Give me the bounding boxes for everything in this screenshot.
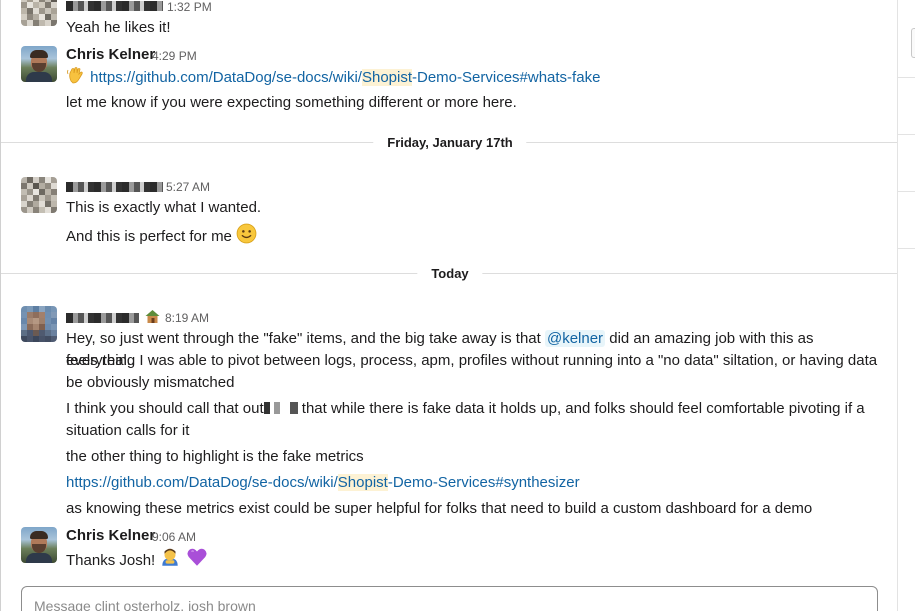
message-text: https://github.com/DataDog/se-docs/wiki/… (66, 65, 886, 89)
message-pane: 1:32 PM Yeah he likes it! Chris Kelner 4… (0, 0, 897, 611)
avatar[interactable] (21, 306, 57, 342)
message-text: situation calls for it (66, 422, 190, 439)
message-text: Yeah he likes it! (66, 19, 171, 36)
message: 8:19 AM Hey, so just went through the "f… (1, 305, 897, 520)
redacted-mention (263, 402, 298, 414)
date-divider-label[interactable]: Friday, January 17th (373, 135, 527, 150)
user-mention[interactable]: @kelner (544, 330, 606, 347)
avatar[interactable] (21, 527, 57, 563)
avatar[interactable] (21, 177, 57, 213)
message-input[interactable] (34, 595, 854, 611)
timestamp[interactable]: 9:06 AM (152, 530, 196, 544)
wave-emoji (67, 67, 83, 84)
panel-toggle-handle[interactable] (911, 28, 915, 58)
avatar[interactable] (21, 46, 57, 82)
url-link[interactable]: https://github.com/DataDog/se-docs/wiki/… (90, 69, 600, 86)
timestamp[interactable]: 8:19 AM (165, 311, 209, 325)
message-text: feels real.. I was able to pivot between… (66, 352, 878, 369)
message-text: let me know if you were expecting someth… (66, 94, 517, 111)
timestamp[interactable]: 4:29 PM (152, 49, 197, 63)
message-text: Thanks Josh! (66, 546, 886, 572)
bowing-emoji (162, 548, 179, 566)
redacted-name (66, 313, 139, 323)
house-status-emoji[interactable] (144, 308, 161, 324)
timestamp[interactable]: 1:32 PM (167, 0, 212, 14)
url-link[interactable]: https://github.com/DataDog/se-docs/wiki/… (66, 474, 580, 491)
message-text: And this is perfect for me (66, 223, 886, 248)
redacted-name (66, 1, 163, 11)
message-composer[interactable] (21, 586, 878, 611)
purple-heart-emoji (187, 548, 207, 566)
message-text: I think you should call that out that wh… (66, 400, 865, 417)
message-text: as knowing these metrics exist could be … (66, 500, 813, 517)
avatar[interactable] (21, 0, 57, 26)
message-text: the other thing to highlight is the fake… (66, 448, 364, 465)
message: 1:32 PM Yeah he likes it! (1, 0, 897, 36)
redacted-name (66, 182, 163, 192)
message: 5:27 AM This is exactly what I wanted. A… (1, 175, 897, 247)
message-text: https://github.com/DataDog/se-docs/wiki/… (66, 472, 886, 494)
right-panel-edge (897, 0, 915, 611)
message: Chris Kelner 9:06 AM Thanks Josh! (1, 525, 897, 575)
message-text: This is exactly what I wanted. (66, 199, 262, 216)
sender-name[interactable]: Chris Kelner (66, 527, 155, 544)
date-divider-label[interactable]: Today (417, 266, 483, 281)
sender-name[interactable]: Chris Kelner (66, 46, 155, 63)
message: Chris Kelner 4:29 PM https://github.com/… (1, 44, 897, 116)
timestamp[interactable]: 5:27 AM (166, 180, 210, 194)
slightly-smiling-emoji (236, 223, 257, 244)
message-text: be obviously mismatched (66, 374, 235, 391)
